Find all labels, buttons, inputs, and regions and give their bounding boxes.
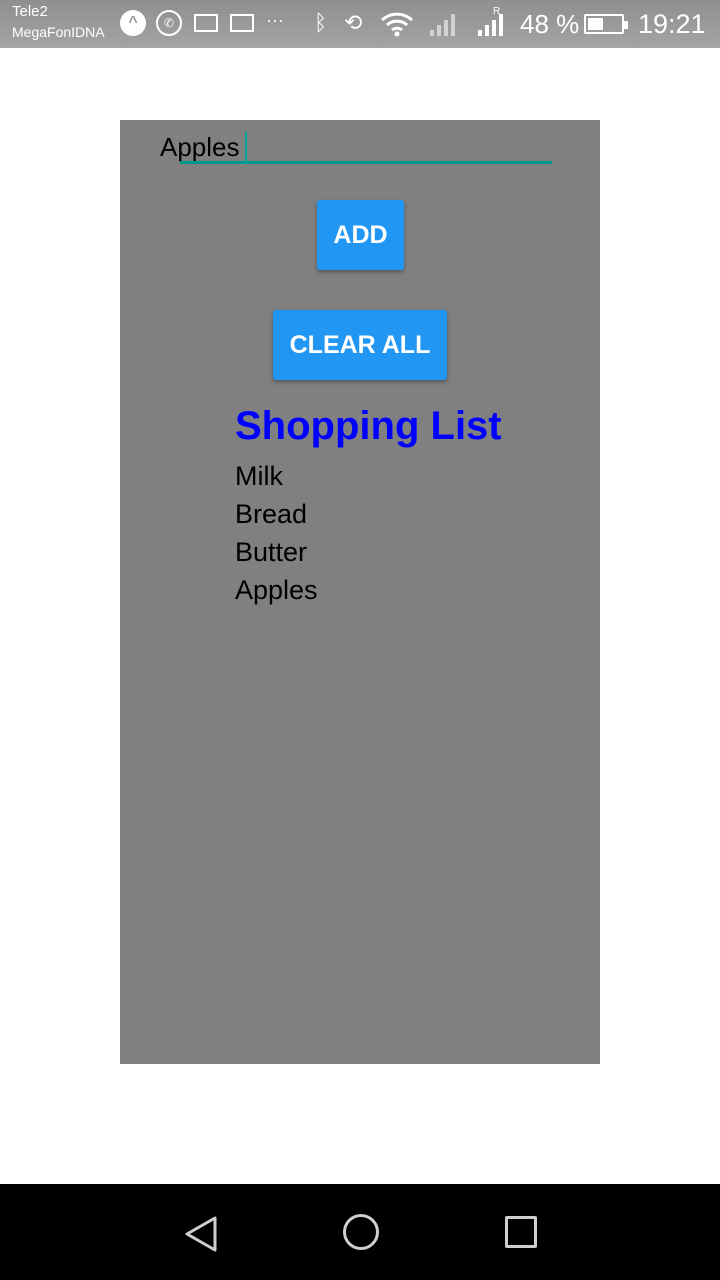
wifi-icon — [380, 10, 414, 38]
list-item: Bread — [235, 499, 308, 529]
add-button[interactable]: ADD — [317, 200, 404, 270]
battery-icon — [584, 14, 628, 34]
roaming-mark: R — [493, 6, 501, 17]
clear-all-button[interactable]: CLEAR ALL — [273, 310, 447, 380]
carrier-secondary: MegaFonIDNA — [12, 24, 105, 40]
text-cursor — [245, 132, 247, 164]
carrier-primary: Tele2 — [12, 3, 48, 20]
bluetooth-icon: ᛒ — [314, 10, 328, 35]
shopping-app-panel: ADD CLEAR ALL Shopping List Milk Bread B… — [120, 120, 600, 1064]
home-icon[interactable] — [343, 1214, 379, 1250]
navigation-bar — [0, 1184, 720, 1280]
list-item: Butter — [235, 537, 308, 567]
battery-percent: 48 % — [520, 9, 580, 39]
rotation-icon: ⟲ — [344, 10, 363, 35]
input-underline — [180, 161, 552, 164]
recents-icon[interactable] — [505, 1216, 537, 1248]
item-input[interactable] — [160, 130, 552, 164]
battery-level — [588, 18, 603, 30]
mail-icon — [194, 14, 218, 32]
more-icon: ··· — [266, 10, 284, 30]
list-item: Apples — [235, 575, 318, 605]
back-icon[interactable] — [183, 1214, 219, 1259]
list-title: Shopping List — [235, 404, 502, 448]
whatsapp-icon: ✆ — [156, 10, 182, 36]
notification-app-icon: ^ — [120, 10, 146, 36]
keyboard-icon — [230, 14, 254, 32]
status-bar: Tele2 MegaFonIDNA ^ ✆ ··· ᛒ ⟲ R 48 % 19:… — [0, 0, 720, 48]
list-item: Milk — [235, 461, 283, 491]
signal-icon — [430, 12, 455, 36]
shopping-list: Milk Bread Butter Apples — [235, 457, 318, 609]
clock: 19:21 — [638, 9, 706, 39]
